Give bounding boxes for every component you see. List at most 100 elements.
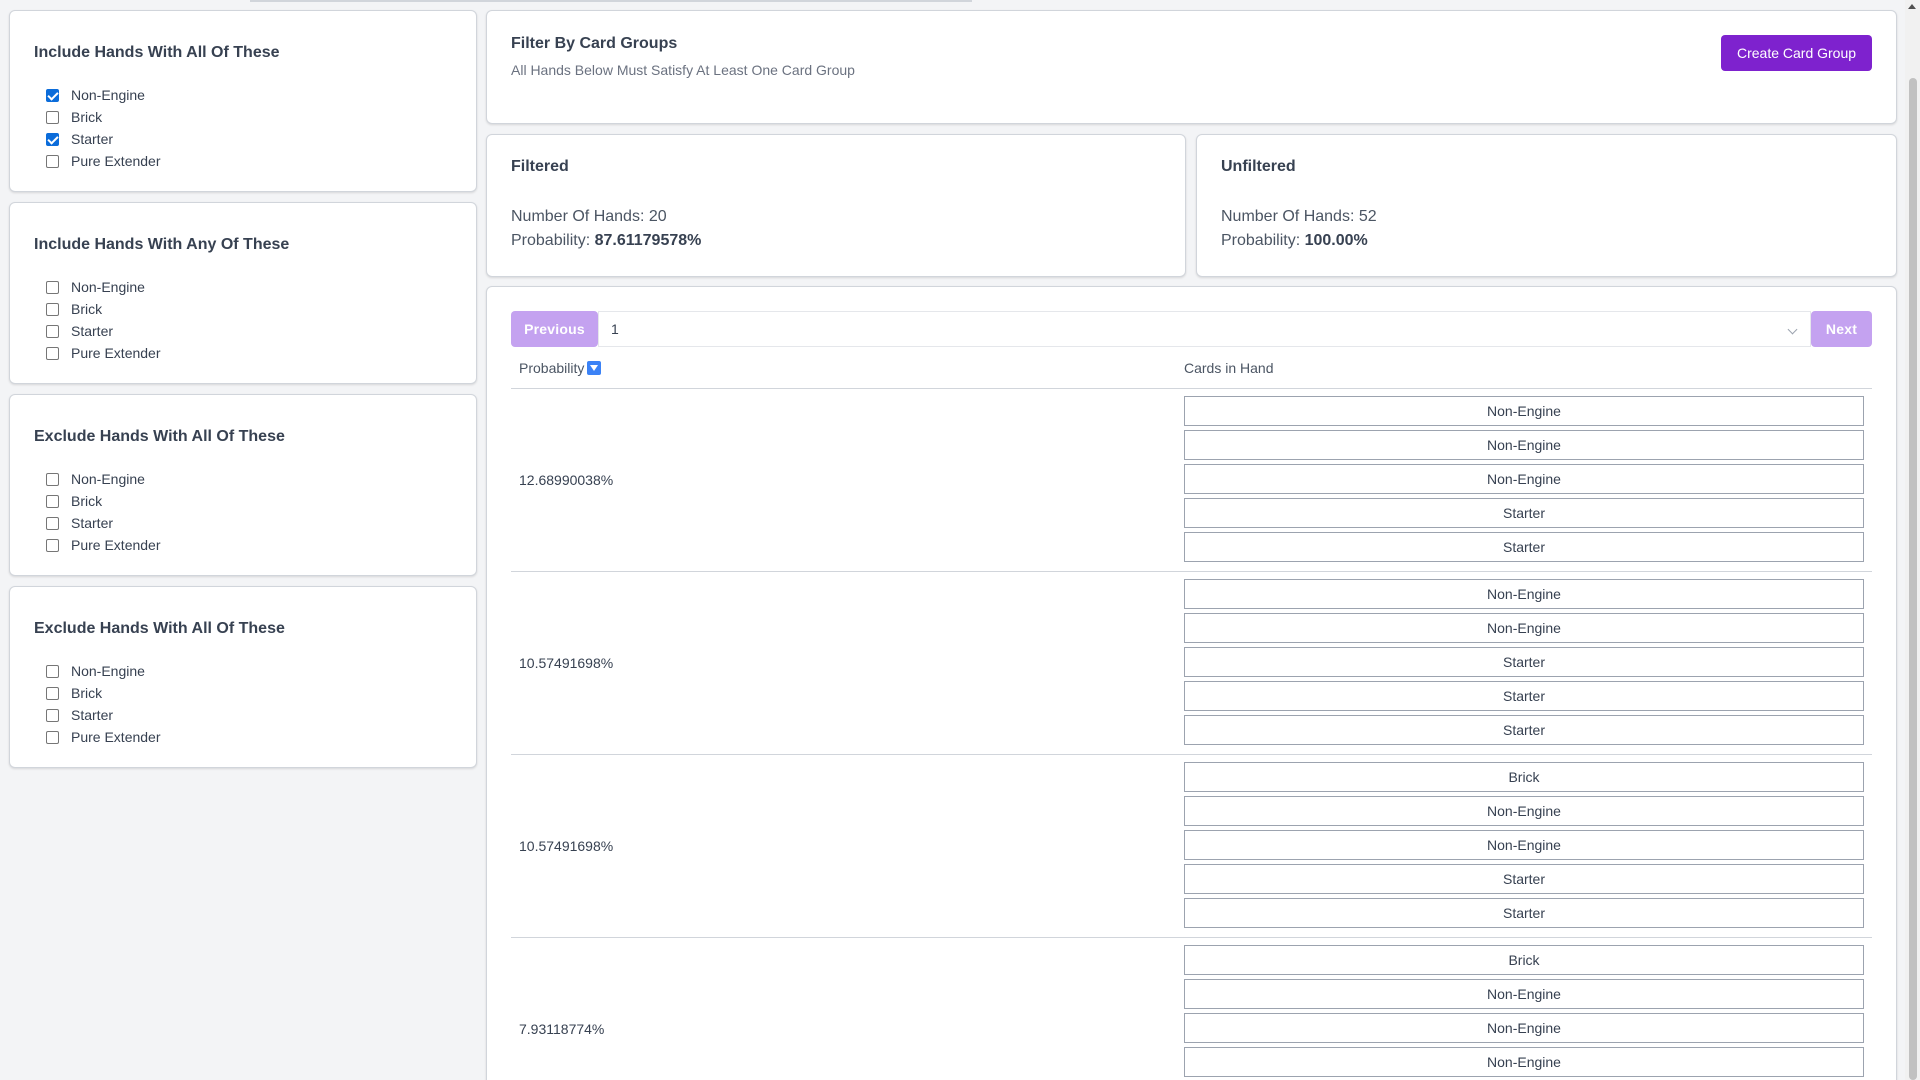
filter-option-label: Non-Engine xyxy=(71,471,145,487)
hands-value: 52 xyxy=(1358,208,1377,225)
card-chip: Starter xyxy=(1184,647,1864,677)
hand-probability: 12.68990038% xyxy=(519,472,614,488)
filter-option-label: Pure Extender xyxy=(71,537,161,553)
card-chip: Non-Engine xyxy=(1184,430,1864,460)
page-scrollbar[interactable] xyxy=(1905,0,1920,1080)
hand-cards: Brick Non-Engine Non-Engine Starter Starter xyxy=(1176,755,1872,937)
filter-checkbox[interactable] xyxy=(46,538,59,552)
filter-checkbox[interactable] xyxy=(46,494,59,508)
filter-option-label: Starter xyxy=(71,323,114,339)
scroll-up-arrow-icon[interactable] xyxy=(1908,4,1916,9)
filter-option[interactable]: Starter xyxy=(34,128,452,150)
table-header: Probability Cards in Hand xyxy=(511,347,1872,389)
table-body: 12.68990038% Non-Engine Non-Engine Non-Engi… xyxy=(511,389,1872,1080)
filtered-title: Filtered xyxy=(511,158,569,175)
filter-option[interactable]: Non-Engine xyxy=(34,660,452,682)
create-card-group-button[interactable]: Create Card Group xyxy=(1721,35,1872,71)
filter-option[interactable]: Pure Extender xyxy=(34,726,452,748)
filter-checkbox[interactable] xyxy=(46,132,59,146)
filter-option-label: Non-Engine xyxy=(71,87,145,103)
hand-cards: Brick Non-Engine Non-Engine Non-Engine xyxy=(1176,938,1872,1080)
page-select-value: 1 xyxy=(611,321,619,337)
card-chip: Non-Engine xyxy=(1184,396,1864,426)
card-chip: Non-Engine xyxy=(1184,613,1864,643)
filter-panel-title: Exclude Hands With All Of These xyxy=(34,428,285,445)
card-chip: Non-Engine xyxy=(1184,796,1864,826)
filter-option[interactable]: Starter xyxy=(34,704,452,726)
unfiltered-probability: Probability: 100.00% xyxy=(1221,229,1872,253)
filter-panel: Include Hands With All Of These Non-Engin… xyxy=(9,10,477,192)
filter-option[interactable]: Brick xyxy=(34,682,452,704)
sort-descending-icon[interactable] xyxy=(587,360,602,375)
filter-option-label: Brick xyxy=(71,685,103,701)
filter-checkbox[interactable] xyxy=(46,708,59,722)
filter-option[interactable]: Brick xyxy=(34,298,452,320)
probability-value: 87.61179578% xyxy=(594,232,702,249)
hands-value: 20 xyxy=(648,208,667,225)
card-chip: Starter xyxy=(1184,715,1864,745)
hand-probability: 10.57491698% xyxy=(519,655,614,671)
filter-panel-title: Exclude Hands With All Of These xyxy=(34,620,285,637)
scrollbar-thumb[interactable] xyxy=(1909,78,1917,1080)
card-chip: Non-Engine xyxy=(1184,830,1864,860)
filter-checkbox[interactable] xyxy=(46,302,59,316)
filter-option-label: Starter xyxy=(71,515,114,531)
filter-checkbox[interactable] xyxy=(46,324,59,338)
filter-checkbox[interactable] xyxy=(46,472,59,486)
filter-panel: Include Hands With Any Of These Non-Engin… xyxy=(9,202,477,384)
chevron-down-icon xyxy=(1787,324,1798,335)
unfiltered-title: Unfiltered xyxy=(1221,158,1296,175)
page-select[interactable]: 1 xyxy=(598,311,1811,347)
filtered-stats-panel: Filtered Number Of Hands: 20 Probability… xyxy=(486,134,1186,277)
card-chip: Starter xyxy=(1184,864,1864,894)
filter-checkbox[interactable] xyxy=(46,346,59,360)
probability-column-header[interactable]: Probability xyxy=(511,360,1176,376)
card-chip: Starter xyxy=(1184,681,1864,711)
card-chip: Starter xyxy=(1184,532,1864,562)
filter-option[interactable]: Non-Engine xyxy=(34,84,452,106)
card-chip: Brick xyxy=(1184,945,1864,975)
table-row: 10.57491698% Non-Engine Non-Engine Starter S… xyxy=(511,572,1872,755)
filter-option[interactable]: Brick xyxy=(34,106,452,128)
filter-checkbox[interactable] xyxy=(46,686,59,700)
top-progress-line xyxy=(250,0,972,2)
filter-option-label: Brick xyxy=(71,301,103,317)
filter-checkbox[interactable] xyxy=(46,280,59,294)
filter-panel-title: Include Hands With Any Of These xyxy=(34,236,290,253)
filter-checkbox[interactable] xyxy=(46,110,59,124)
filter-option[interactable]: Pure Extender xyxy=(34,534,452,556)
filter-checkbox[interactable] xyxy=(46,154,59,168)
filter-option[interactable]: Starter xyxy=(34,512,452,534)
hand-cards: Non-Engine Non-Engine Starter Starter Starte… xyxy=(1176,572,1872,754)
filter-option[interactable]: Brick xyxy=(34,490,452,512)
card-chip: Non-Engine xyxy=(1184,1047,1864,1077)
filter-option[interactable]: Starter xyxy=(34,320,452,342)
filter-option-label: Brick xyxy=(71,493,103,509)
unfiltered-hands-count: Number Of Hands: 52 xyxy=(1221,205,1872,229)
previous-button[interactable]: Previous xyxy=(511,311,598,347)
filter-option[interactable]: Pure Extender xyxy=(34,342,452,364)
card-chip: Non-Engine xyxy=(1184,979,1864,1009)
filter-option-label: Pure Extender xyxy=(71,729,161,745)
probability-value: 100.00% xyxy=(1304,232,1368,249)
card-chip: Non-Engine xyxy=(1184,579,1864,609)
filter-checkbox[interactable] xyxy=(46,516,59,530)
filter-checkbox[interactable] xyxy=(46,88,59,102)
pagination: Previous 1 Next xyxy=(511,311,1872,347)
filtered-hands-count: Number Of Hands: 20 xyxy=(511,205,1161,229)
filter-option[interactable]: Non-Engine xyxy=(34,276,452,298)
filter-option[interactable]: Non-Engine xyxy=(34,468,452,490)
probability-label: Probability: xyxy=(511,232,595,249)
hands-label: Number Of Hands: xyxy=(511,208,649,225)
hand-probability: 7.93118774% xyxy=(519,1021,605,1037)
filter-checkbox[interactable] xyxy=(46,730,59,744)
filter-checkbox[interactable] xyxy=(46,664,59,678)
next-button[interactable]: Next xyxy=(1811,311,1872,347)
probability-label: Probability: xyxy=(1221,232,1305,249)
filter-option-label: Pure Extender xyxy=(71,153,161,169)
filter-option[interactable]: Pure Extender xyxy=(34,150,452,172)
filter-panel: Exclude Hands With All Of These Non-Engin… xyxy=(9,586,477,768)
filter-option-label: Pure Extender xyxy=(71,345,161,361)
probability-header-label: Probability xyxy=(519,359,585,376)
filter-option-label: Starter xyxy=(71,707,114,723)
